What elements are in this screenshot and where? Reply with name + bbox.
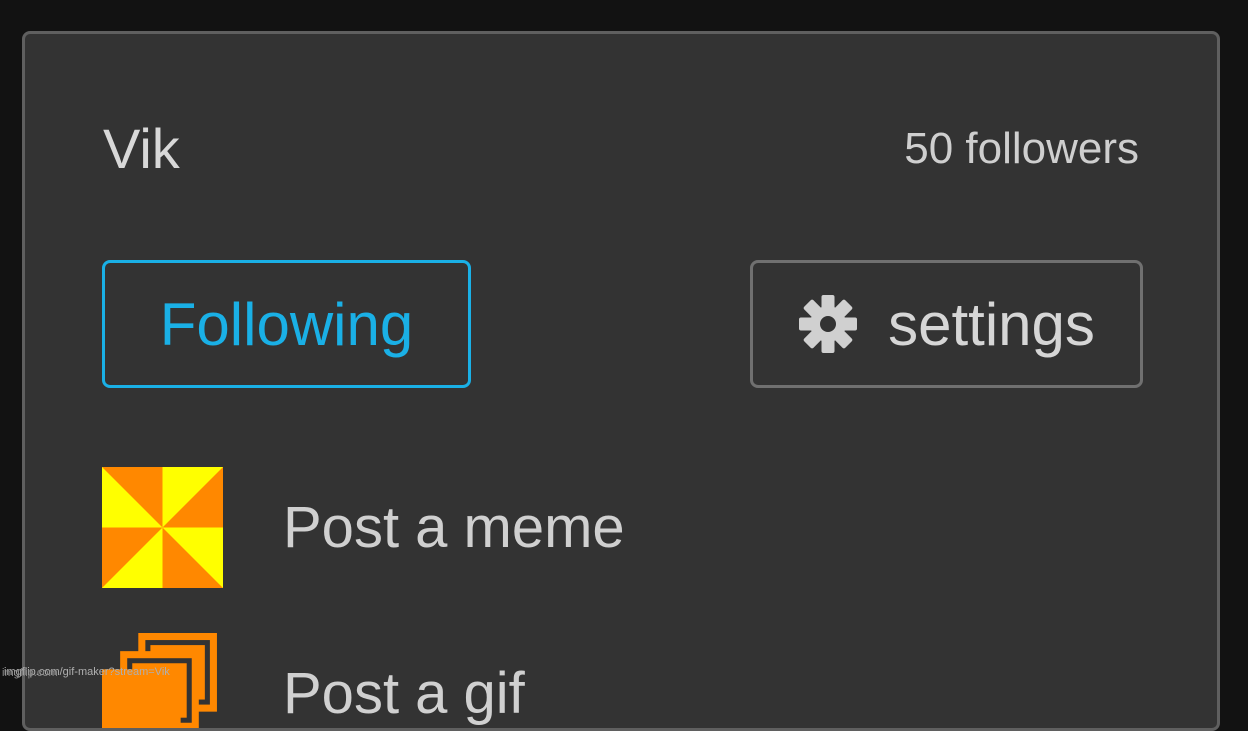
post-gif-label: Post a gif bbox=[283, 659, 525, 729]
gif-maker-icon bbox=[102, 633, 223, 731]
post-gif-link[interactable]: Post a gif bbox=[102, 633, 525, 731]
following-button[interactable]: Following bbox=[102, 260, 471, 388]
meme-generator-icon bbox=[102, 467, 223, 588]
post-meme-label: Post a meme bbox=[283, 493, 625, 563]
gear-icon bbox=[798, 294, 858, 354]
stream-panel: Vik 50 followers Following settings bbox=[22, 31, 1220, 731]
settings-button-label: settings bbox=[888, 290, 1095, 359]
settings-button[interactable]: settings bbox=[750, 260, 1143, 388]
imgflip-watermark: imgflip.com bbox=[2, 666, 58, 680]
follower-count[interactable]: 50 followers bbox=[904, 124, 1139, 174]
stream-title: Vik bbox=[103, 114, 180, 184]
following-button-label: Following bbox=[160, 290, 413, 359]
post-meme-link[interactable]: Post a meme bbox=[102, 467, 625, 588]
